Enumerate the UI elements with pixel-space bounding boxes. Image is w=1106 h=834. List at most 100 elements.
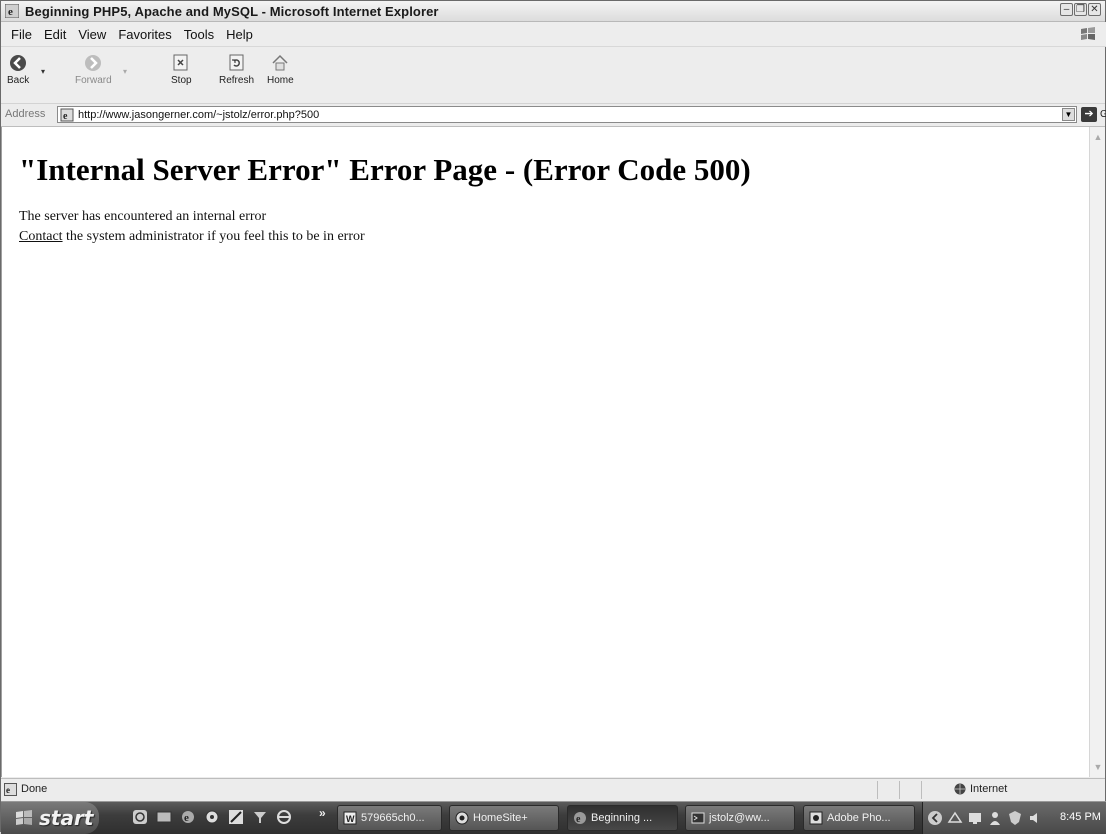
svg-text:W: W: [346, 814, 355, 824]
svg-text:e: e: [63, 111, 68, 122]
back-arrow-icon: [10, 55, 27, 71]
minimize-button[interactable]: –: [1060, 3, 1073, 16]
contact-line-text: the system administrator if you feel thi…: [62, 229, 365, 244]
task-label: jstolz@ww...: [709, 812, 770, 824]
menu-favorites[interactable]: Favorites: [112, 27, 177, 42]
taskbar: start e » W 579665ch0... HomeSite+ e Beg…: [1, 801, 1106, 834]
stop-icon: [173, 54, 188, 71]
tray-security-icon[interactable]: [1007, 810, 1023, 826]
tray-user-icon[interactable]: [987, 810, 1003, 826]
scroll-down-icon[interactable]: ▼: [1092, 761, 1104, 773]
vertical-scrollbar[interactable]: ▲ ▼: [1089, 127, 1105, 777]
quick-launch-acrobat-icon[interactable]: [132, 809, 148, 825]
menu-tools[interactable]: Tools: [178, 27, 220, 42]
window-controls: – ❐ ✕: [1060, 3, 1101, 16]
homesite-icon: [455, 811, 469, 825]
task-label: HomeSite+: [473, 812, 528, 824]
taskbar-button-word-doc[interactable]: W 579665ch0...: [337, 805, 442, 831]
task-label: Beginning ...: [591, 812, 653, 824]
close-button[interactable]: ✕: [1088, 3, 1101, 16]
tray-volume-icon[interactable]: [1027, 810, 1043, 826]
page-content: "Internal Server Error" Error Page - (Er…: [1, 127, 1089, 777]
address-url: http://www.jasongerner.com/~jstolz/error…: [78, 108, 320, 121]
back-dropdown-icon[interactable]: ▾: [41, 67, 45, 76]
status-text: Done: [21, 783, 48, 795]
status-bar: e Done Internet: [1, 778, 1105, 801]
svg-text:e: e: [184, 812, 189, 824]
maximize-button[interactable]: ❐: [1074, 3, 1087, 16]
home-label: Home: [267, 75, 294, 86]
start-label: start: [39, 806, 94, 830]
stop-label: Stop: [171, 75, 192, 86]
forward-dropdown-icon[interactable]: ▾: [123, 67, 127, 76]
stop-button[interactable]: Stop: [171, 53, 192, 86]
internet-explorer-icon: e: [574, 812, 586, 825]
quick-launch-ie-icon[interactable]: e: [180, 809, 196, 825]
start-button[interactable]: start: [1, 802, 99, 834]
home-button[interactable]: Home: [267, 53, 294, 86]
quick-launch-desktop-icon[interactable]: [156, 809, 172, 825]
security-zone: Internet: [954, 783, 1007, 795]
forward-label: Forward: [75, 75, 112, 86]
go-arrow-icon: ➔: [1081, 107, 1097, 122]
contact-link[interactable]: Contact: [19, 229, 63, 244]
status-divider: [921, 781, 922, 799]
tray-network-icon[interactable]: [947, 810, 963, 826]
menu-help[interactable]: Help: [220, 27, 259, 42]
quick-launch-more-button[interactable]: »: [319, 806, 326, 820]
zone-label: Internet: [970, 783, 1008, 795]
terminal-icon: [691, 812, 705, 824]
task-label: Adobe Pho...: [827, 812, 891, 824]
page-status-icon: e: [4, 783, 17, 796]
address-input[interactable]: e http://www.jasongerner.com/~jstolz/err…: [57, 106, 1077, 123]
go-label: Go: [1100, 109, 1106, 120]
taskbar-button-photoshop[interactable]: Adobe Pho...: [803, 805, 915, 831]
status-divider: [899, 781, 900, 799]
menu-view[interactable]: View: [72, 27, 112, 42]
window-title: Beginning PHP5, Apache and MySQL - Micro…: [25, 3, 439, 19]
system-tray: 8:45 PM: [922, 802, 1106, 834]
tray-expand-icon[interactable]: [927, 810, 943, 826]
task-label: 579665ch0...: [361, 812, 425, 824]
refresh-icon: [229, 54, 243, 71]
system-clock: 8:45 PM: [1060, 811, 1101, 823]
back-label: Back: [7, 75, 30, 86]
menu-bar: File Edit View Favorites Tools Help: [1, 22, 1106, 47]
scroll-up-icon[interactable]: ▲: [1092, 131, 1104, 143]
browser-window: e Beginning PHP5, Apache and MySQL - Mic…: [0, 0, 1106, 834]
taskbar-button-ie-active[interactable]: e Beginning ...: [567, 805, 678, 831]
forward-arrow-icon: [85, 55, 102, 71]
back-button[interactable]: Back: [7, 53, 29, 86]
photoshop-icon: [809, 811, 823, 825]
quick-launch-filter-icon[interactable]: [252, 809, 268, 825]
toolbar: Back ▾ Forward ▾ Stop Refresh Home: [1, 47, 1105, 104]
internet-explorer-icon: e: [5, 4, 19, 18]
go-button[interactable]: ➔ Go: [1081, 107, 1106, 122]
tray-monitor-icon[interactable]: [967, 810, 983, 826]
refresh-button[interactable]: Refresh: [219, 53, 254, 86]
title-bar[interactable]: e Beginning PHP5, Apache and MySQL - Mic…: [1, 1, 1105, 22]
contact-line: Contact the system administrator if you …: [19, 229, 365, 245]
svg-text:e: e: [6, 785, 10, 795]
quick-launch-globe-icon[interactable]: [204, 809, 220, 825]
taskbar-button-ssh[interactable]: jstolz@ww...: [685, 805, 795, 831]
menu-file[interactable]: File: [5, 27, 38, 42]
menu-edit[interactable]: Edit: [38, 27, 72, 42]
refresh-label: Refresh: [219, 75, 255, 86]
status-divider: [877, 781, 878, 799]
windows-flag-icon: [16, 810, 32, 825]
taskbar-button-homesite[interactable]: HomeSite+: [449, 805, 559, 831]
address-bar: Address e http://www.jasongerner.com/~js…: [1, 104, 1106, 127]
error-message: The server has encountered an internal e…: [19, 209, 267, 224]
page-icon: e: [60, 108, 74, 122]
quick-launch-ftp-icon[interactable]: [276, 809, 292, 825]
forward-button[interactable]: Forward: [75, 53, 112, 86]
windows-logo-icon: [1081, 27, 1095, 40]
globe-icon: [954, 783, 966, 795]
quick-launch-dreamweaver-icon[interactable]: [228, 809, 244, 825]
address-label: Address: [5, 108, 46, 120]
home-icon: [272, 54, 288, 71]
address-dropdown-button[interactable]: ▼: [1062, 108, 1075, 121]
svg-text:e: e: [8, 6, 13, 18]
error-heading: "Internal Server Error" Error Page - (Er…: [19, 152, 751, 187]
